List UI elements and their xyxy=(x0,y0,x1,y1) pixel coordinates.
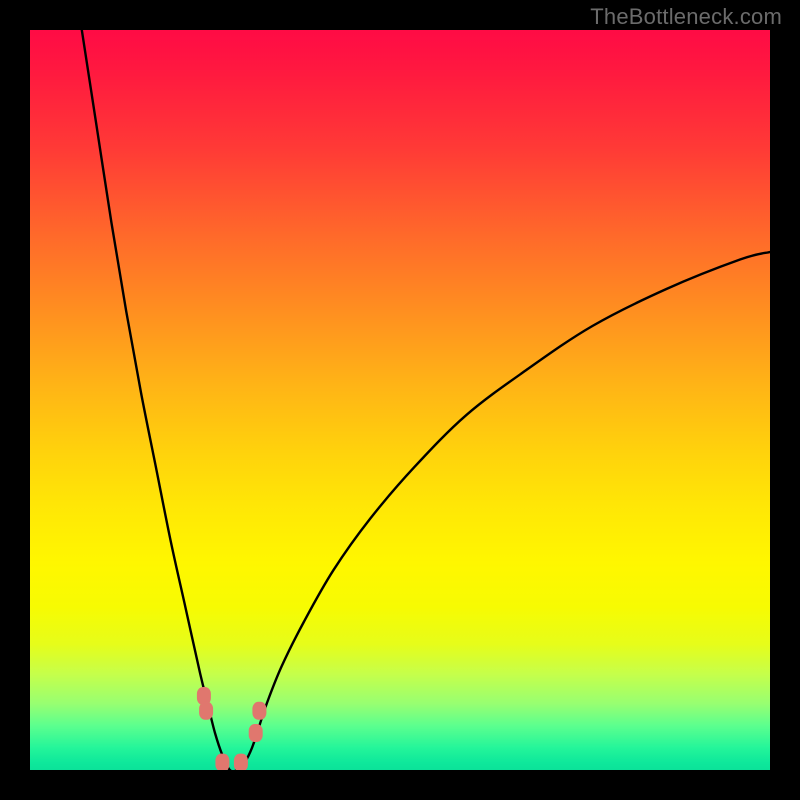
watermark-text: TheBottleneck.com xyxy=(590,4,782,30)
curve-layer xyxy=(30,30,770,770)
curve-markers xyxy=(197,687,267,770)
plot-area xyxy=(30,30,770,770)
bottleneck-curve xyxy=(82,30,770,770)
curve-marker xyxy=(215,754,229,770)
curve-marker xyxy=(252,702,266,720)
curve-marker xyxy=(249,724,263,742)
chart-frame: TheBottleneck.com xyxy=(0,0,800,800)
curve-marker xyxy=(234,754,248,770)
curve-marker xyxy=(199,702,213,720)
